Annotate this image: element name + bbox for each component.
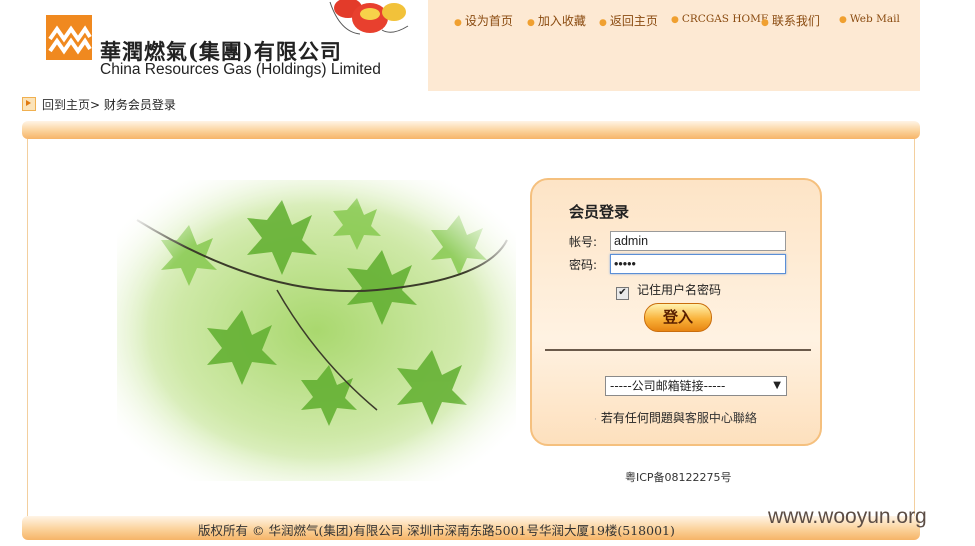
bullet-icon: ● xyxy=(839,15,847,25)
breadcrumb-home-link[interactable]: 回到主页 xyxy=(42,98,90,112)
remember-checkbox[interactable]: ✔ xyxy=(616,287,629,300)
bullet-icon: ● xyxy=(761,18,769,28)
login-panel: 会员登录 帐号: admin 密码: ••••• ✔ 记住用户名密码 登入 ---… xyxy=(530,178,822,446)
bullet-icon: ● xyxy=(454,18,462,28)
icp-record: 粤ICP备08122275号 xyxy=(625,471,732,484)
account-input[interactable]: admin xyxy=(610,231,786,251)
panel-divider xyxy=(545,349,811,351)
breadcrumb-current: 财务会员登录 xyxy=(103,98,176,112)
copyright-text: 版权所有 © 华润燃气(集团)有限公司 深圳市深南东路5001号华润大厦19楼(… xyxy=(198,523,675,538)
remember-label: 记住用户名密码 xyxy=(637,283,722,297)
lantern-decoration-icon xyxy=(310,0,418,40)
breadcrumb-arrow-icon xyxy=(22,97,36,111)
dropdown-arrow-icon: ▼ xyxy=(773,380,781,391)
top-decorative-bar xyxy=(22,121,920,139)
company-name-en: China Resources Gas (Holdings) Limited xyxy=(100,61,381,78)
nav-set-homepage[interactable]: ● 设为首页 xyxy=(454,12,513,29)
password-input[interactable]: ••••• xyxy=(610,254,786,274)
nav-contact-us[interactable]: ● 联系我们 xyxy=(761,12,820,29)
help-prefix: 若有任何問題與 xyxy=(600,411,685,425)
customer-service-link[interactable]: 客服中心聯絡 xyxy=(685,411,757,425)
help-text: · 若有任何問題與客服中心聯絡 xyxy=(594,409,757,426)
breadcrumb-separator: > xyxy=(90,98,101,112)
nav-add-favorite[interactable]: ● 加入收藏 xyxy=(527,12,586,29)
breadcrumb: 回到主页> 财务会员登录 xyxy=(22,96,176,113)
top-navigation: ● 设为首页 ● 加入收藏 ● 返回主页 ● CRCGAS HOME ● 联系我们 ● We… xyxy=(428,0,920,91)
account-label: 帐号: xyxy=(569,235,598,249)
green-leaves-image xyxy=(117,180,516,481)
bullet-icon: ● xyxy=(671,15,679,25)
bullet-icon: · xyxy=(594,415,597,425)
company-mail-select[interactable]: -----公司邮箱链接----- ▼ xyxy=(605,376,787,396)
bullet-icon: ● xyxy=(599,18,607,28)
login-button[interactable]: 登入 xyxy=(644,303,712,332)
nav-web-mail[interactable]: ● Web Mail xyxy=(839,13,900,25)
password-label: 密码: xyxy=(569,258,598,272)
header-logo-area: 華潤燃氣(集團)有限公司 China Resources Gas (Holdin… xyxy=(0,0,428,91)
company-logo-icon xyxy=(46,15,92,60)
nav-return-home[interactable]: ● 返回主页 xyxy=(599,12,658,29)
mail-select-value: -----公司邮箱链接----- xyxy=(610,379,726,393)
nav-crcgas-home[interactable]: ● CRCGAS HOME xyxy=(671,13,769,25)
remember-option: ✔ 记住用户名密码 xyxy=(616,281,721,300)
site-watermark: www.wooyun.org xyxy=(768,505,927,528)
bullet-icon: ● xyxy=(527,18,535,28)
login-title: 会员登录 xyxy=(569,203,630,221)
